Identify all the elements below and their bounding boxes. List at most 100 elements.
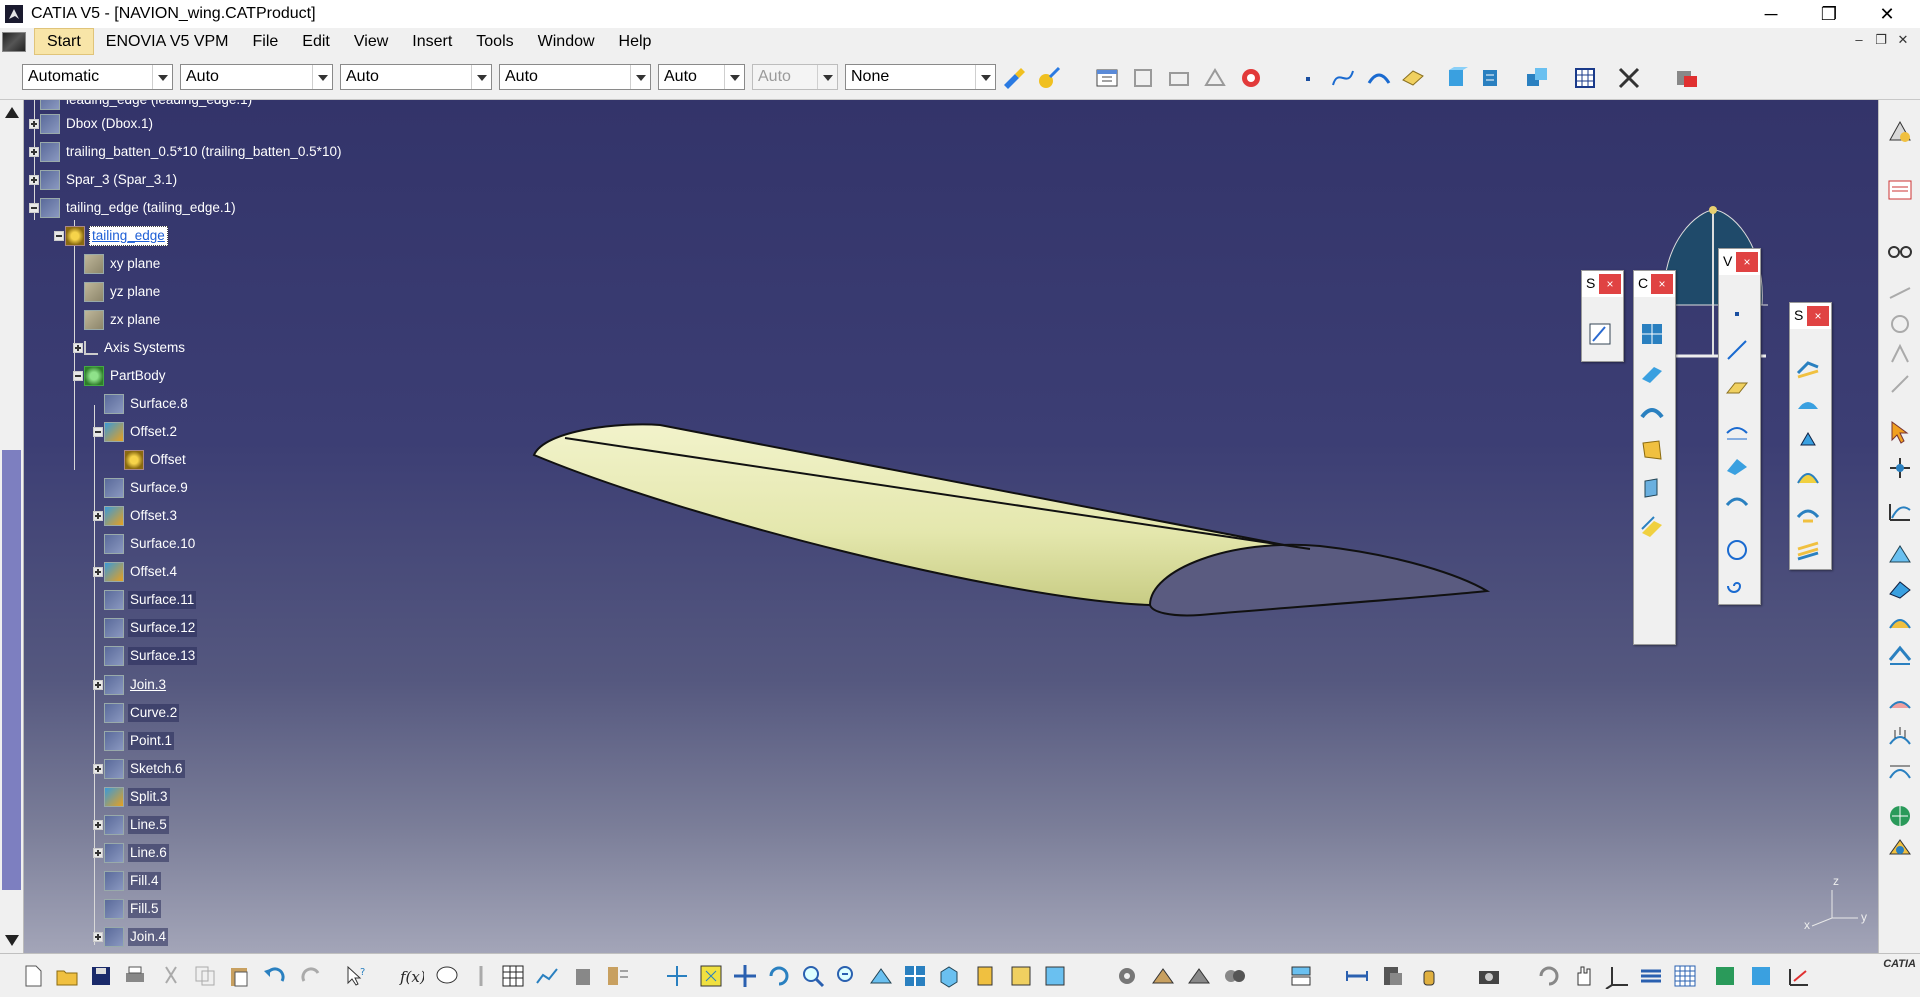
zoom-in-icon[interactable] bbox=[800, 963, 826, 989]
grid-icon[interactable] bbox=[1672, 963, 1698, 989]
tree-node[interactable]: Join.3 bbox=[93, 674, 168, 696]
expand-icon[interactable] bbox=[29, 175, 39, 185]
sketch-grid-icon[interactable] bbox=[1572, 65, 1598, 91]
tree-node[interactable]: tailing_edge (tailing_edge.1) bbox=[29, 197, 238, 219]
translate-icon[interactable] bbox=[1795, 499, 1821, 525]
surface-icon[interactable] bbox=[1366, 65, 1392, 91]
extrude-icon[interactable] bbox=[1639, 475, 1665, 501]
close-icon[interactable]: × bbox=[1807, 306, 1829, 326]
reflection-lines-icon[interactable] bbox=[1886, 756, 1914, 784]
tree-node[interactable]: Offset.4 bbox=[93, 561, 179, 583]
circle-icon[interactable] bbox=[1724, 537, 1750, 563]
save-icon[interactable] bbox=[88, 963, 114, 989]
expand-icon[interactable] bbox=[29, 119, 39, 129]
mapping-icon[interactable] bbox=[1886, 834, 1914, 862]
join-icon[interactable] bbox=[1795, 355, 1821, 381]
redo-icon[interactable] bbox=[298, 963, 324, 989]
fly-mode-icon[interactable] bbox=[664, 963, 690, 989]
normal-view-icon[interactable] bbox=[868, 963, 894, 989]
point-icon[interactable] bbox=[1296, 65, 1322, 91]
tree-node[interactable]: Point.1 bbox=[104, 730, 175, 752]
close-icon[interactable]: × bbox=[1599, 274, 1621, 294]
palette-header[interactable]: S × bbox=[1582, 271, 1623, 297]
tree-node[interactable]: Surface.8 bbox=[104, 393, 190, 415]
iso-view-icon[interactable] bbox=[936, 963, 962, 989]
close-icon[interactable]: × bbox=[1651, 274, 1673, 294]
tree-node[interactable]: yz plane bbox=[84, 281, 162, 303]
curves-palette[interactable]: C × bbox=[1633, 270, 1676, 645]
tree-node[interactable]: Fill.4 bbox=[104, 870, 161, 892]
copy-format-icon[interactable] bbox=[1036, 65, 1062, 91]
environment-icon[interactable] bbox=[1886, 802, 1914, 830]
product-structure-icon[interactable] bbox=[1288, 963, 1314, 989]
intersection-icon[interactable] bbox=[1724, 453, 1750, 479]
tree-node[interactable]: Surface.10 bbox=[104, 533, 197, 555]
perspective-icon[interactable] bbox=[1748, 963, 1774, 989]
clash-icon[interactable] bbox=[1786, 963, 1812, 989]
sync-icon[interactable] bbox=[1536, 963, 1562, 989]
operations-palette[interactable]: S × bbox=[1789, 302, 1832, 570]
expand-icon[interactable] bbox=[93, 511, 103, 521]
tree-node[interactable]: Line.5 bbox=[93, 814, 169, 836]
tree-node[interactable]: Line.6 bbox=[93, 842, 169, 864]
palette-header[interactable]: C × bbox=[1634, 271, 1675, 297]
sketcher-palette[interactable]: S × bbox=[1581, 270, 1624, 362]
shape-design-icon[interactable] bbox=[1478, 65, 1504, 91]
material-icon[interactable] bbox=[1150, 963, 1176, 989]
settings-gear-icon[interactable] bbox=[1114, 963, 1140, 989]
expand-icon[interactable] bbox=[93, 764, 103, 774]
sweep-icon[interactable] bbox=[1639, 361, 1665, 387]
color-combo[interactable]: Automatic bbox=[22, 64, 173, 90]
scroll-down-icon[interactable] bbox=[1, 930, 23, 952]
rotate-icon[interactable] bbox=[766, 963, 792, 989]
doc-restore-button[interactable]: ❐ bbox=[1870, 32, 1892, 50]
fill-surface-icon[interactable] bbox=[1639, 437, 1665, 463]
menu-tools[interactable]: Tools bbox=[464, 28, 525, 55]
menu-edit[interactable]: Edit bbox=[290, 28, 342, 55]
bottle-icon[interactable] bbox=[1416, 963, 1442, 989]
copy-icon[interactable] bbox=[192, 963, 218, 989]
measure-icon[interactable] bbox=[1886, 540, 1914, 568]
tree-node[interactable]: Sketch.6 bbox=[93, 758, 185, 780]
catalog-icon[interactable] bbox=[604, 963, 630, 989]
doc-close-button[interactable]: ✕ bbox=[1892, 32, 1914, 50]
multi-section-icon[interactable] bbox=[1639, 321, 1665, 347]
tree-node[interactable]: Join.4 bbox=[93, 926, 169, 948]
split-icon[interactable] bbox=[1795, 391, 1821, 417]
menu-enovia[interactable]: ENOVIA V5 VPM bbox=[94, 28, 241, 55]
shading-icon[interactable] bbox=[972, 963, 998, 989]
zoom-out-icon[interactable] bbox=[834, 963, 860, 989]
fillet-icon[interactable] bbox=[1795, 463, 1821, 489]
expand-icon[interactable] bbox=[93, 820, 103, 830]
view-mode-icon[interactable] bbox=[1712, 963, 1738, 989]
connect-checker-icon[interactable] bbox=[1886, 642, 1914, 670]
enovia-icon[interactable] bbox=[1674, 65, 1700, 91]
surface-analysis-icon[interactable] bbox=[1886, 574, 1914, 602]
analysis-icon[interactable] bbox=[1886, 498, 1914, 526]
pan-icon[interactable] bbox=[732, 963, 758, 989]
close-icon[interactable]: × bbox=[1736, 252, 1758, 272]
blend-icon[interactable] bbox=[1639, 399, 1665, 425]
tree-node[interactable]: Surface.9 bbox=[104, 477, 190, 499]
restore-button[interactable]: ❐ bbox=[1800, 0, 1858, 28]
plane-icon[interactable] bbox=[1400, 65, 1426, 91]
tree-node[interactable]: Offset.2 bbox=[93, 421, 179, 443]
point-icon[interactable] bbox=[1724, 301, 1750, 327]
catia-app-icon[interactable] bbox=[5, 5, 23, 23]
tree-node-selected[interactable]: tailing_edge bbox=[54, 225, 168, 247]
catia-start-icon[interactable] bbox=[2, 31, 26, 52]
close-button[interactable]: ✕ bbox=[1858, 0, 1916, 28]
tree-node[interactable]: Fill.5 bbox=[104, 898, 161, 920]
expand-icon[interactable] bbox=[29, 147, 39, 157]
spline-icon[interactable] bbox=[1330, 65, 1356, 91]
painter-icon[interactable] bbox=[1001, 65, 1027, 91]
tree-node[interactable]: Surface.11 bbox=[104, 589, 197, 611]
tree-node[interactable]: Surface.12 bbox=[104, 617, 198, 639]
menu-start[interactable]: Start bbox=[34, 28, 94, 55]
doc-minimize-button[interactable]: – bbox=[1848, 32, 1870, 50]
expand-icon[interactable] bbox=[93, 848, 103, 858]
expand-icon[interactable] bbox=[93, 567, 103, 577]
menu-file[interactable]: File bbox=[241, 28, 291, 55]
tree-node[interactable]: PartBody bbox=[73, 365, 168, 387]
part-design-icon[interactable] bbox=[1444, 65, 1470, 91]
